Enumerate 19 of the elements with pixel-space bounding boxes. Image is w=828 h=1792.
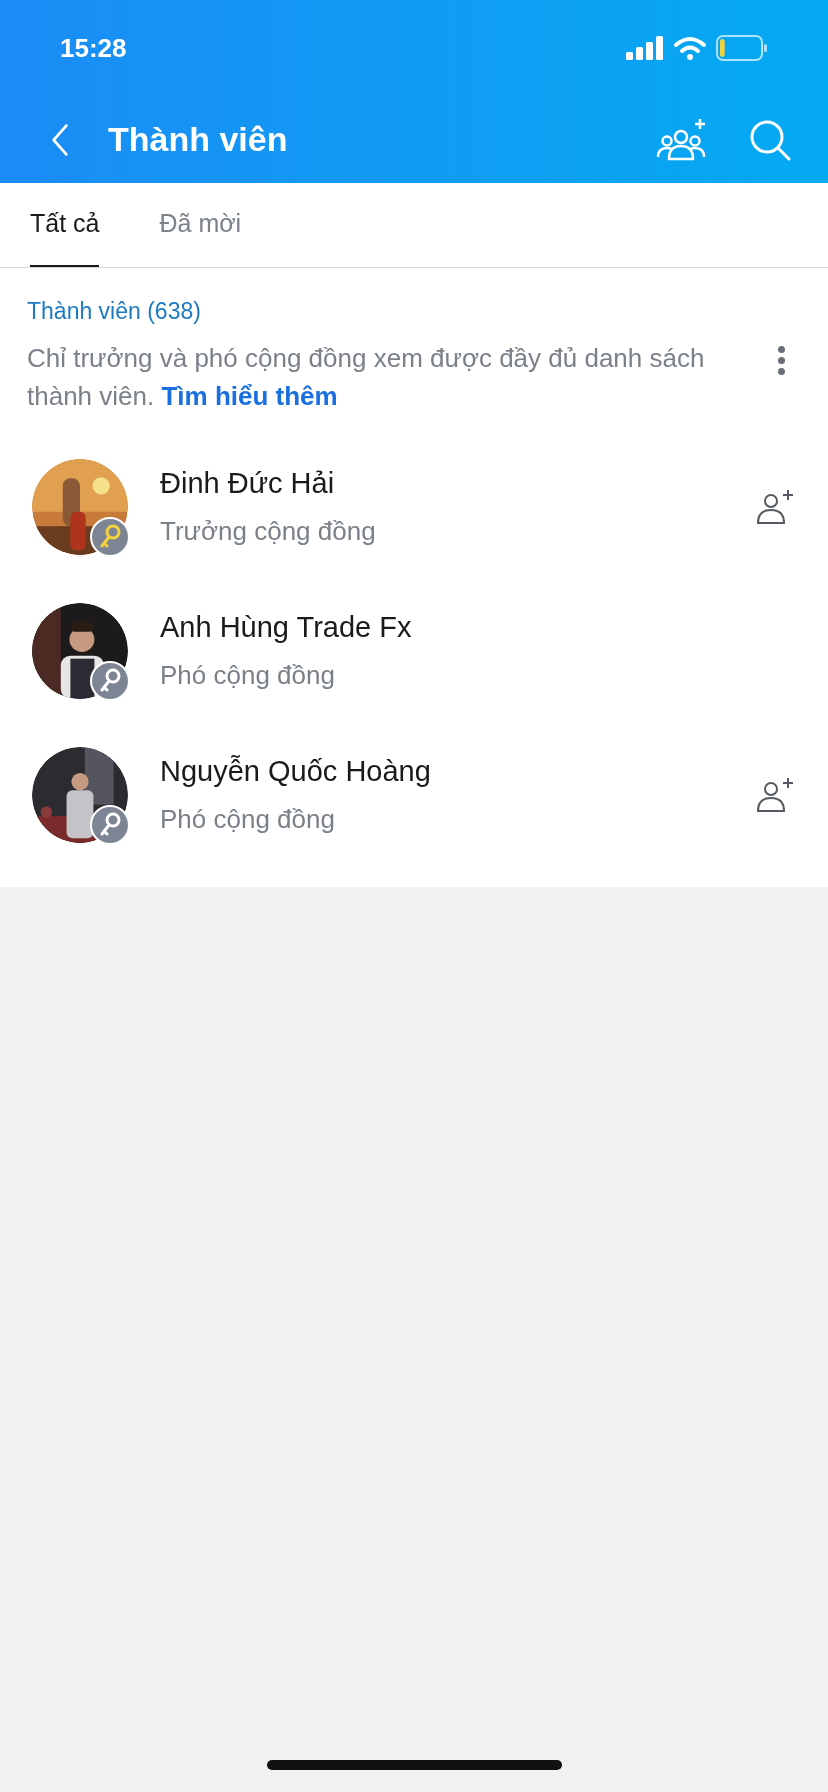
- learn-more-link[interactable]: Tìm hiểu thêm: [161, 380, 338, 411]
- wifi-icon: [674, 36, 706, 60]
- member-role: Trưởng cộng đồng: [160, 514, 377, 548]
- screen-title: Thành viên: [108, 119, 288, 160]
- signal-icon: [626, 36, 664, 60]
- member-role: Phó cộng đồng: [160, 658, 336, 692]
- section-title: Thành viên (638): [27, 297, 202, 326]
- battery-icon: [716, 35, 768, 61]
- add-members-button[interactable]: [656, 116, 708, 163]
- add-friend-button[interactable]: [756, 488, 794, 525]
- member-role: Phó cộng đồng: [160, 802, 336, 836]
- member-name: Nguyễn Quốc Hoàng: [160, 754, 432, 790]
- info-note: Chỉ trưởng và phó cộng đồng xem được đầy đủ danh sách thành viên. Tìm hiểu thêm: [27, 341, 706, 413]
- tab[interactable]: Đã mời: [159, 183, 242, 267]
- member-name: Anh Hùng Trade Fx: [160, 610, 413, 646]
- back-icon[interactable]: [51, 122, 69, 157]
- add-friend-button[interactable]: [756, 776, 794, 813]
- status-time: 15:28: [60, 31, 127, 65]
- member-name: Đinh Đức Hải: [160, 466, 336, 502]
